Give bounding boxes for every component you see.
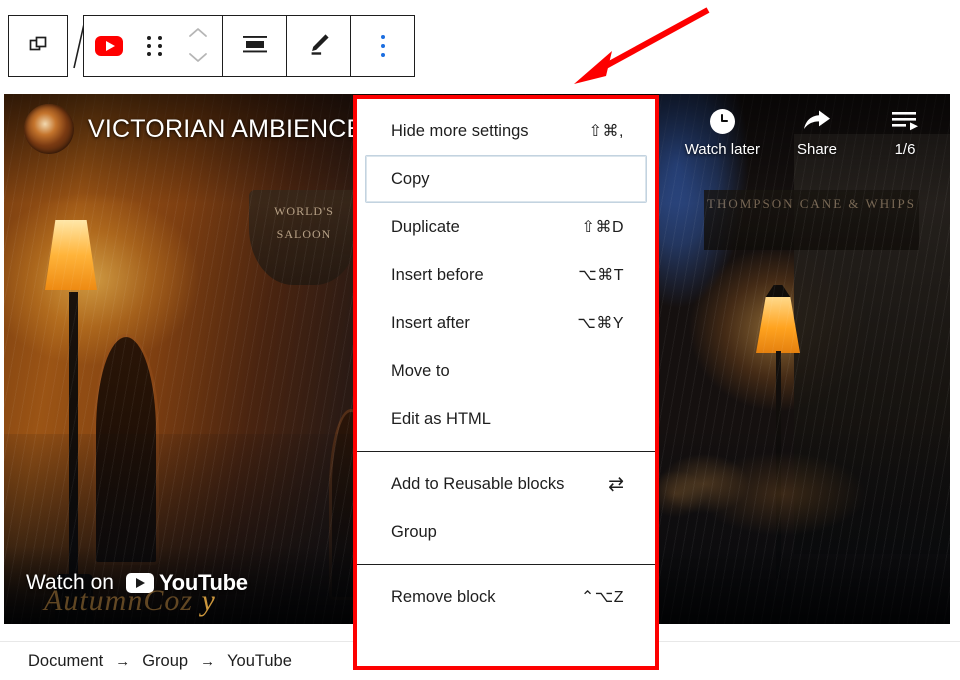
menu-section-destructive: Remove block ⌃⌥Z — [357, 564, 655, 629]
menu-item-add-to-reusable-blocks[interactable]: Add to Reusable blocks ⇄ — [365, 460, 647, 508]
youtube-wordmark: YouTube — [126, 570, 248, 596]
breadcrumb-item-document[interactable]: Document — [28, 652, 103, 671]
menu-item-hide-more-settings[interactable]: Hide more settings ⇧⌘, — [365, 107, 647, 155]
menu-item-label: Duplicate — [391, 218, 460, 237]
video-action-buttons: Watch later Share — [685, 108, 936, 158]
block-type-youtube-button[interactable] — [84, 16, 134, 76]
drag-handle-button[interactable] — [134, 16, 174, 76]
menu-item-label: Copy — [391, 170, 430, 189]
menu-item-shortcut: ⌃⌥Z — [581, 587, 624, 607]
playlist-icon — [891, 108, 919, 134]
movers-stack — [188, 25, 208, 68]
video-title-row: VICTORIAN AMBIENCE: V — [24, 104, 395, 154]
menu-item-insert-after[interactable]: Insert after ⌥⌘Y — [365, 299, 647, 347]
breadcrumb: Document → Group → YouTube — [28, 652, 292, 671]
share-arrow-icon — [802, 108, 832, 134]
watch-on-youtube-button[interactable]: Watch on YouTube — [26, 570, 248, 596]
menu-item-label: Move to — [391, 362, 450, 381]
channel-avatar[interactable] — [24, 104, 74, 154]
breadcrumb-item-group[interactable]: Group — [142, 652, 188, 671]
drag-handle-icon — [147, 36, 162, 56]
menu-item-shortcut: ⌥⌘T — [578, 265, 624, 285]
menu-item-duplicate[interactable]: Duplicate ⇧⌘D — [365, 203, 647, 251]
select-parent-block-button[interactable] — [8, 15, 68, 77]
edit-button[interactable] — [286, 16, 350, 76]
breadcrumb-separator: → — [200, 653, 215, 670]
menu-item-move-to[interactable]: Move to — [365, 347, 647, 395]
share-button[interactable]: Share — [786, 108, 848, 158]
menu-item-shortcut: ⌥⌘Y — [577, 313, 624, 333]
menu-item-label: Insert before — [391, 266, 484, 285]
salon-sign: WORLD'S SALOON — [249, 190, 359, 285]
breadcrumb-item-youtube[interactable]: YouTube — [227, 652, 292, 671]
menu-item-shortcut: ⇧⌘D — [582, 217, 624, 237]
menu-item-remove-block[interactable]: Remove block ⌃⌥Z — [365, 573, 647, 621]
youtube-block-icon — [95, 36, 123, 56]
thompson-sign: THOMPSON CANE & WHIPS — [704, 190, 919, 250]
menu-item-label: Remove block — [391, 588, 496, 607]
watch-later-button[interactable]: Watch later — [685, 108, 760, 158]
menu-item-shortcut: ⇧⌘, — [589, 121, 624, 141]
menu-item-edit-as-html[interactable]: Edit as HTML — [365, 395, 647, 443]
chevron-down-icon[interactable] — [188, 50, 208, 68]
menu-item-insert-before[interactable]: Insert before ⌥⌘T — [365, 251, 647, 299]
menu-item-label: Edit as HTML — [391, 410, 491, 429]
menu-item-label: Group — [391, 523, 437, 542]
clock-icon — [710, 108, 735, 134]
watch-later-label: Watch later — [685, 141, 760, 158]
chevron-up-icon[interactable] — [188, 25, 208, 43]
youtube-play-icon — [126, 573, 154, 593]
more-options-button[interactable] — [350, 16, 414, 76]
app-root: WORLD'S SALOON THOMPSON CANE & WHIPS VIC… — [0, 0, 960, 680]
block-options-menu: Hide more settings ⇧⌘, Copy Duplicate ⇧⌘… — [353, 95, 659, 670]
block-toolbar-group — [83, 15, 415, 77]
video-title[interactable]: VICTORIAN AMBIENCE: V — [88, 115, 395, 144]
reusable-block-icon: ⇄ — [608, 475, 624, 494]
pencil-icon — [306, 31, 332, 62]
menu-item-label: Insert after — [391, 314, 470, 333]
menu-item-label: Hide more settings — [391, 122, 529, 141]
share-label: Share — [797, 141, 837, 158]
playlist-indicator[interactable]: 1/6 — [874, 108, 936, 158]
block-toolbar — [0, 0, 960, 92]
menu-item-copy[interactable]: Copy — [365, 155, 647, 203]
youtube-wordmark-text: YouTube — [159, 570, 248, 596]
block-movers[interactable] — [174, 16, 222, 76]
menu-section-primary: Hide more settings ⇧⌘, Copy Duplicate ⇧⌘… — [357, 99, 655, 451]
menu-section-blocks: Add to Reusable blocks ⇄ Group — [357, 451, 655, 564]
align-center-icon — [241, 32, 269, 61]
change-alignment-button[interactable] — [222, 16, 286, 76]
breadcrumb-separator: → — [115, 653, 130, 670]
menu-item-group[interactable]: Group — [365, 508, 647, 556]
playlist-counter: 1/6 — [895, 141, 916, 158]
menu-item-label: Add to Reusable blocks — [391, 475, 564, 494]
block-options-menu-inner: Hide more settings ⇧⌘, Copy Duplicate ⇧⌘… — [357, 99, 655, 666]
group-blocks-icon — [26, 32, 50, 61]
ellipsis-vertical-icon — [381, 35, 385, 57]
watch-on-label: Watch on — [26, 571, 114, 595]
